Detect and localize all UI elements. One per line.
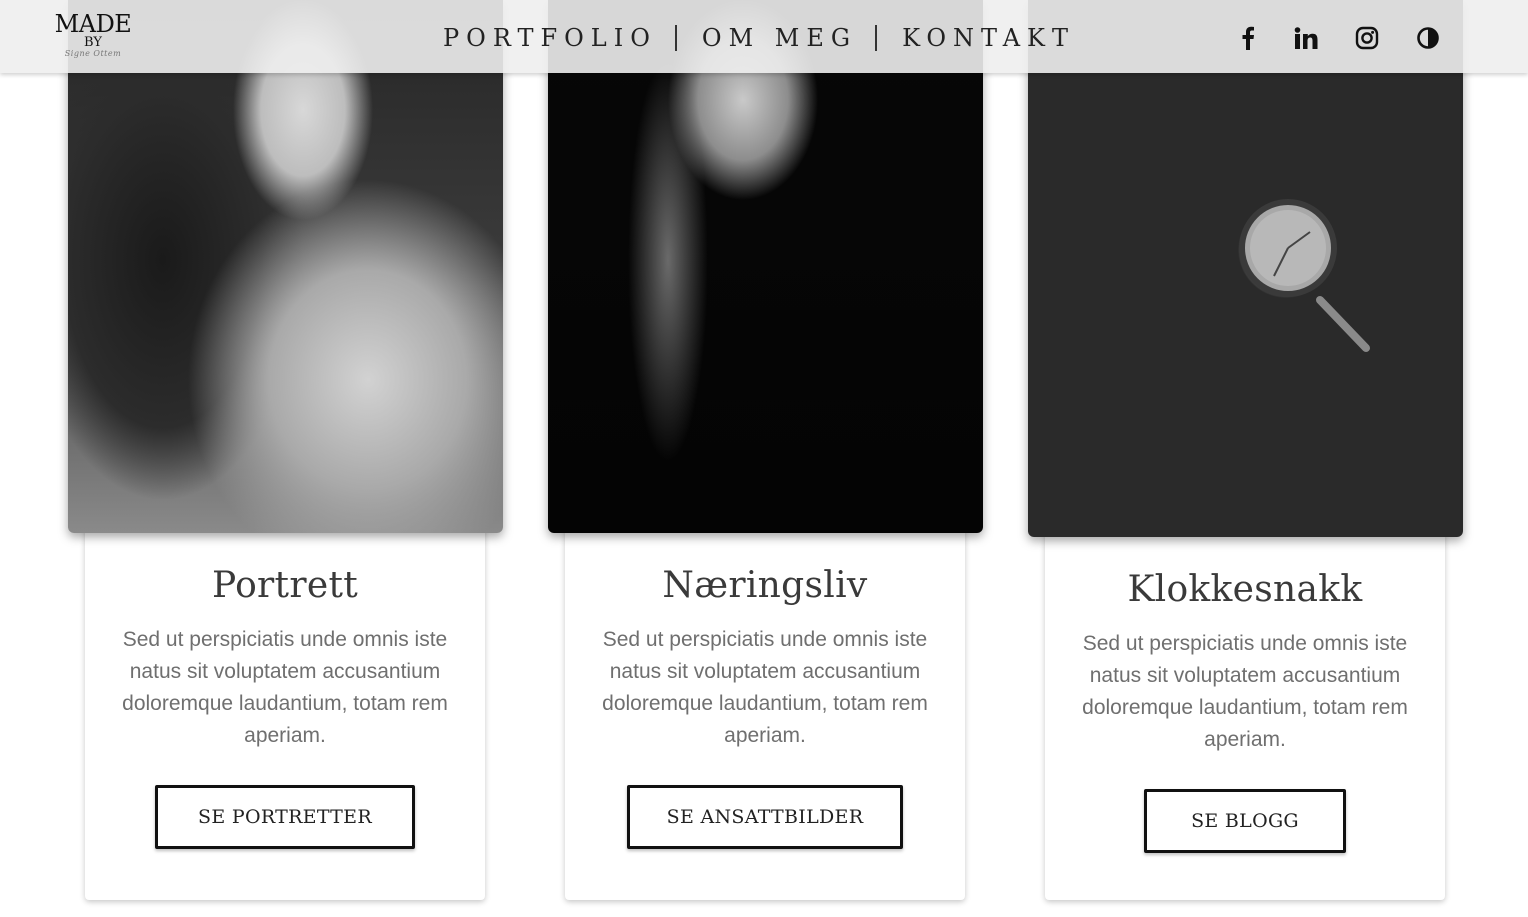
card-portrett: Portrett Sed ut perspiciatis unde omnis … xyxy=(85,470,485,900)
card-text: Sed ut perspiciatis unde omnis iste natu… xyxy=(1082,632,1408,751)
card-text: Sed ut perspiciatis unde omnis iste natu… xyxy=(122,628,448,747)
se-portretter-button[interactable]: SE PORTRETTER xyxy=(155,785,415,849)
card-text: Sed ut perspiciatis unde omnis iste natu… xyxy=(602,628,928,747)
navbar: MADE BY Signe Ottem PORTFOLIO OM MEG KON… xyxy=(0,0,1528,73)
se-ansattbilder-button[interactable]: SE ANSATTBILDER xyxy=(627,785,903,849)
logo-signature: Signe Ottem xyxy=(64,49,122,58)
card-title: Portrett xyxy=(212,565,358,606)
logo-line1: MADE xyxy=(54,10,132,38)
card-naeringsliv: Næringsliv Sed ut perspiciatis unde omni… xyxy=(565,470,965,900)
card-title: Næringsliv xyxy=(662,565,868,606)
logo[interactable]: MADE BY Signe Ottem xyxy=(48,12,138,68)
contrast-icon[interactable] xyxy=(1415,22,1441,54)
card-title: Klokkesnakk xyxy=(1127,569,1363,610)
nav-divider xyxy=(875,25,878,51)
nav-portfolio[interactable]: PORTFOLIO xyxy=(443,24,657,52)
linkedin-icon[interactable] xyxy=(1293,22,1319,54)
se-blogg-button[interactable]: SE BLOGG xyxy=(1144,789,1346,853)
portrait-photo[interactable] xyxy=(68,0,503,533)
page: Portrett Sed ut perspiciatis unde omnis … xyxy=(0,0,1528,917)
card-klokkesnakk: Klokkesnakk Sed ut perspiciatis unde omn… xyxy=(1045,474,1445,900)
facebook-icon[interactable] xyxy=(1236,22,1260,54)
instagram-icon[interactable] xyxy=(1354,22,1380,54)
nav-kontakt[interactable]: KONTAKT xyxy=(902,24,1075,52)
nav-divider xyxy=(674,25,677,51)
business-photo[interactable] xyxy=(548,0,983,533)
watch-illustration xyxy=(1239,199,1370,352)
watch-photo[interactable] xyxy=(1028,0,1463,537)
nav-om-meg[interactable]: OM MEG xyxy=(702,24,857,52)
main-nav: PORTFOLIO OM MEG KONTAKT xyxy=(443,20,1075,56)
